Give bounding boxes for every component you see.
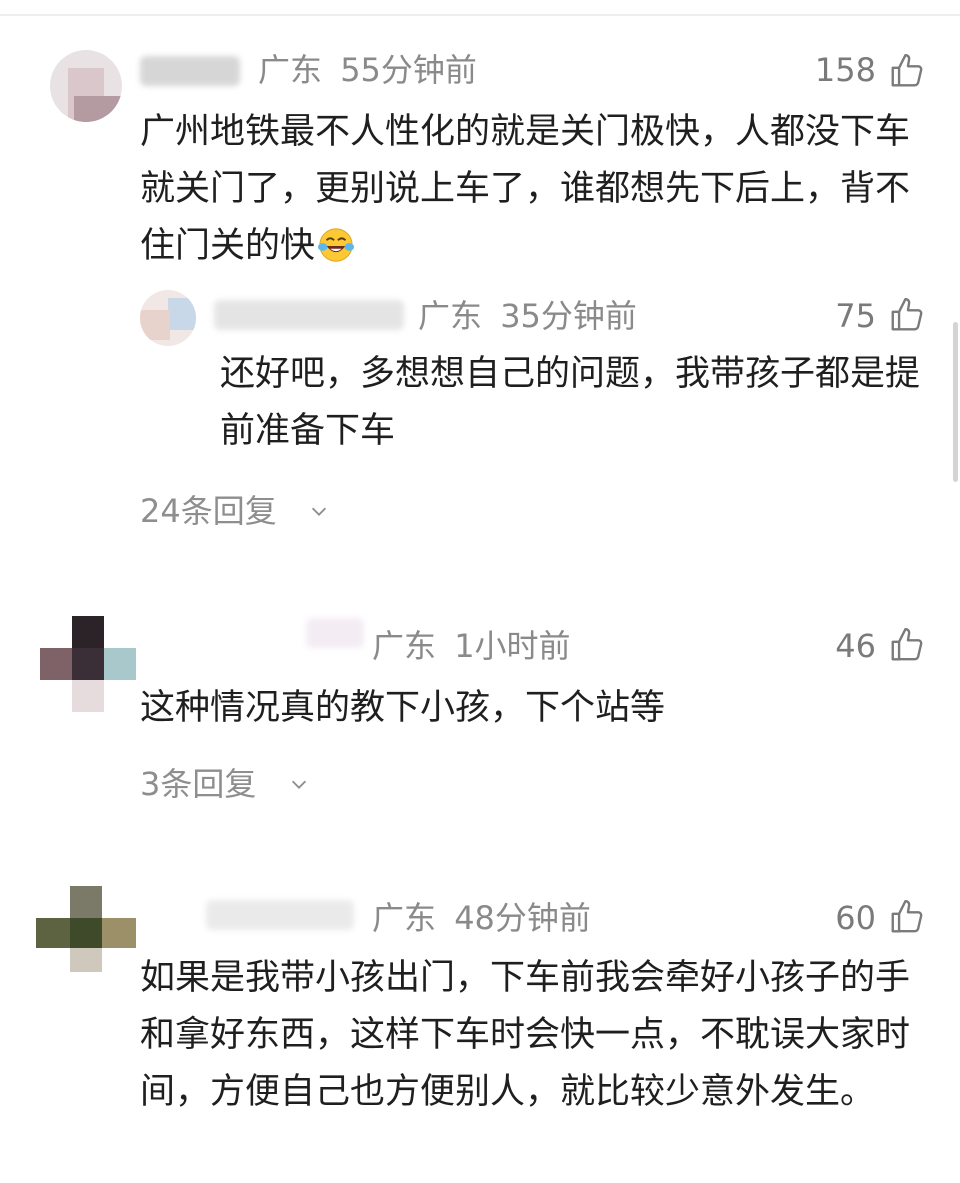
username-blurred[interactable] (206, 900, 354, 930)
comment-text: 如果是我带小孩出门，下车前我会牵好小孩子的手和拿好东西，这样下车时会快一点，不耽… (140, 958, 911, 1112)
username-blurred[interactable] (306, 618, 364, 648)
chevron-down-icon[interactable] (308, 500, 330, 522)
scrollbar[interactable] (953, 322, 958, 482)
thumbs-up-icon[interactable] (888, 296, 926, 334)
username-blurred[interactable] (214, 300, 404, 330)
reply-text: 还好吧，多想想自己的问题，我带孩子都是提前准备下车 (220, 354, 921, 451)
view-replies-button[interactable]: 3条回复 (140, 764, 256, 804)
username-blurred[interactable] (140, 56, 240, 86)
avatar[interactable] (40, 616, 136, 712)
avatar[interactable] (140, 290, 196, 346)
thumbs-up-icon[interactable] (888, 898, 926, 936)
comment-body: 广州地铁最不人性化的就是关门极快，人都没下车就关门了，更别说上车了，谁都想先下后… (140, 112, 911, 266)
avatar[interactable] (50, 50, 122, 122)
replies-label: 3条回复 (140, 765, 257, 803)
top-divider (0, 14, 960, 16)
timestamp: 1小时前 (454, 627, 571, 665)
location: 广东 (418, 297, 483, 335)
location: 广东 (372, 627, 437, 665)
timestamp: 35分钟前 (500, 297, 637, 335)
like-count: 60 (835, 899, 876, 937)
location: 广东 (372, 899, 437, 937)
reply-meta: 广东 35分钟前 (418, 296, 637, 336)
like-count: 75 (835, 297, 876, 335)
like-count: 158 (814, 51, 876, 89)
location: 广东 (258, 51, 323, 89)
comment-text: 广州地铁最不人性化的就是关门极快，人都没下车就关门了，更别说上车了，谁都想先下后… (140, 104, 930, 275)
timestamp: 48分钟前 (454, 899, 591, 937)
like-count: 46 (835, 627, 876, 665)
comment-meta: 广东 48分钟前 (372, 898, 591, 938)
chevron-down-icon[interactable] (288, 773, 310, 795)
comment-meta: 广东 1小时前 (372, 626, 571, 666)
view-replies-button[interactable]: 24条回复 (140, 491, 277, 531)
laughing-tears-emoji-icon (317, 228, 355, 262)
replies-label: 24条回复 (140, 492, 277, 530)
timestamp: 55分钟前 (340, 51, 477, 89)
thumbs-up-icon[interactable] (888, 52, 926, 90)
thumbs-up-icon[interactable] (888, 626, 926, 664)
comment-text: 这种情况真的教下小孩，下个站等 (140, 688, 666, 728)
avatar[interactable] (36, 886, 136, 976)
comment-meta: 广东 55分钟前 (258, 50, 477, 90)
